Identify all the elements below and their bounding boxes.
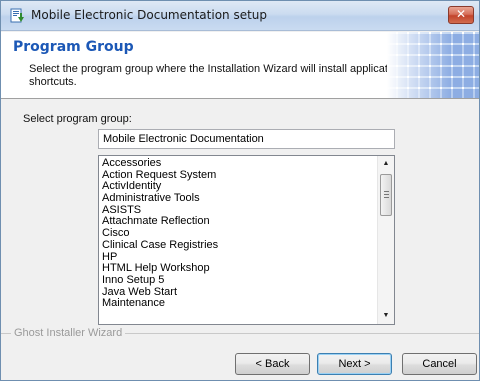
- list-item[interactable]: Attachmate Reflection: [102, 216, 374, 228]
- close-icon: ✕: [455, 7, 467, 21]
- back-button[interactable]: < Back: [235, 353, 310, 375]
- list-item[interactable]: Accessories: [102, 157, 374, 170]
- vertical-scrollbar[interactable]: ▲ ▼: [377, 156, 394, 324]
- select-group-label: Select program group:: [23, 113, 132, 125]
- scroll-thumb[interactable]: [380, 174, 392, 216]
- window-title: Mobile Electronic Documentation setup: [31, 8, 268, 22]
- page-description: Select the program group where the Insta…: [29, 63, 403, 88]
- header-banner: Program Group Select the program group w…: [1, 32, 479, 99]
- program-group-value: Mobile Electronic Documentation: [103, 133, 264, 145]
- page-title: Program Group: [13, 39, 134, 55]
- chevron-up-icon[interactable]: ▲: [378, 156, 394, 172]
- program-group-list[interactable]: Accessories Action Request System ActivI…: [98, 155, 395, 325]
- setup-window: Mobile Electronic Documentation setup ✕ …: [0, 0, 480, 381]
- installer-icon: [9, 8, 25, 24]
- footer-brand-label: Ghost Installer Wizard: [11, 327, 126, 339]
- grip-line: [384, 194, 389, 195]
- list-item[interactable]: Maintenance: [102, 298, 374, 310]
- grip-line: [384, 191, 389, 192]
- close-button[interactable]: ✕: [448, 6, 474, 24]
- banner-graphic: [387, 32, 479, 98]
- list-item[interactable]: Inno Setup 5: [102, 274, 374, 287]
- list-item[interactable]: Administrative Tools: [102, 192, 374, 205]
- grip-line: [384, 197, 389, 198]
- program-group-input[interactable]: Mobile Electronic Documentation: [98, 129, 395, 149]
- title-bar[interactable]: Mobile Electronic Documentation setup ✕: [1, 1, 479, 31]
- cancel-button[interactable]: Cancel: [402, 353, 477, 375]
- list-items: Accessories Action Request System ActivI…: [102, 157, 374, 310]
- next-button[interactable]: Next >: [317, 353, 392, 375]
- chevron-down-icon[interactable]: ▼: [378, 308, 394, 324]
- list-item[interactable]: Clinical Case Registries: [102, 239, 374, 252]
